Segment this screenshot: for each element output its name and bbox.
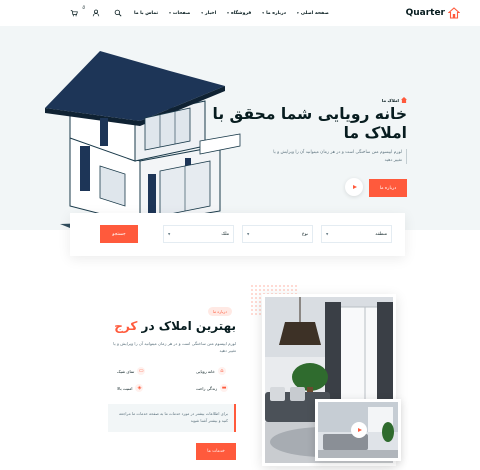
search-button[interactable]: جستجو — [100, 225, 138, 243]
type-select[interactable]: نوع ▼ — [242, 225, 313, 243]
about-quote: برای اطلاعات بیشتر در مورد خدمات ما به ص… — [108, 404, 236, 432]
nav-item-shop[interactable]: فروشگاه ▾ — [227, 11, 251, 16]
site-header: 0 صفحه اصلی ▾ درباره ما ▾ فروشگاه ▾ اخبار ▾ … — [0, 0, 480, 26]
feature-label: خانه رویایی — [196, 368, 215, 374]
feature-comfort: ▬ زندگی راحت — [196, 384, 229, 392]
chevron-down-icon: ▾ — [227, 11, 229, 15]
feature-stylish: ▭ تمای شیک — [117, 367, 146, 375]
chevron-down-icon: ▼ — [247, 232, 250, 236]
chevron-down-icon: ▾ — [262, 11, 265, 15]
chevron-down-icon: ▼ — [326, 232, 329, 236]
about-title-main: بهترین املاک در — [137, 319, 236, 333]
about-tag: درباره ما — [208, 307, 232, 316]
feature-label: زندگی راحت — [196, 385, 218, 391]
nav-item-news[interactable]: اخبار ▾ — [201, 11, 216, 16]
nav-item-about[interactable]: درباره ما ▾ — [262, 11, 286, 16]
property-select[interactable]: ملک ▼ — [163, 225, 234, 243]
home-icon — [401, 97, 407, 103]
cart-icon[interactable]: 0 — [68, 5, 85, 19]
about-title-highlight: کرج — [114, 319, 138, 333]
nav-item-home[interactable]: صفحه اصلی ▾ — [297, 11, 329, 16]
location-select[interactable]: منطقه ▼ — [321, 225, 392, 243]
nav-label: صفحات — [172, 10, 191, 16]
property-search-card: منطقه ▼ نوع ▼ ملک ▼ جستجو — [70, 213, 405, 256]
hero-about-button[interactable]: درباره ما — [369, 179, 407, 197]
feature-label: امنیت بالا — [117, 385, 133, 391]
nav-label: اخبار — [205, 10, 217, 16]
our-services-button[interactable]: خدمات ما — [196, 443, 236, 460]
cart-count-badge: 0 — [82, 5, 85, 10]
select-label: نوع — [302, 231, 308, 237]
site-logo[interactable]: Quarter — [406, 7, 460, 19]
feature-dream-home: ⌂ خانه رویایی — [196, 367, 226, 375]
about-title: بهترین املاک در کرج — [100, 319, 236, 333]
hero-section: املاک ما خانه رویایی شما محقق با املاک م… — [0, 26, 480, 241]
bed-icon: ▬ — [220, 384, 229, 392]
search-icon[interactable] — [112, 7, 124, 19]
hero-tag-label: املاک ما — [381, 97, 399, 103]
logo-text: Quarter — [405, 8, 445, 18]
sofa-icon: ▭ — [137, 367, 146, 375]
nav-label: صفحه اصلی — [300, 10, 329, 16]
feature-label: تمای شیک — [117, 368, 135, 374]
hero-tag: املاک ما — [382, 97, 407, 103]
chevron-down-icon: ▾ — [169, 11, 171, 15]
hero-description: لورم ایپسوم متن ساختگی است و در هر زمان … — [271, 149, 407, 164]
select-label: منطقه — [375, 231, 387, 237]
chevron-down-icon: ▾ — [297, 11, 299, 15]
play-icon — [357, 428, 362, 432]
house-icon: ⌂ — [217, 367, 226, 375]
video-thumbnail[interactable] — [315, 399, 401, 461]
nav-label: تماس با ما — [134, 10, 159, 16]
select-label: ملک — [221, 231, 229, 237]
play-icon — [352, 185, 357, 189]
hero-title: خانه رویایی شما محقق با املاک ما — [212, 105, 407, 142]
logo-house-icon — [448, 7, 460, 19]
chevron-down-icon: ▾ — [201, 11, 204, 15]
about-description: لورم ایپسوم متن ساختگی است و در هر زمان … — [113, 341, 236, 353]
nav-label: درباره ما — [266, 10, 287, 16]
nav-item-pages[interactable]: صفحات ▾ — [169, 11, 190, 16]
chevron-down-icon: ▼ — [168, 232, 171, 236]
feature-security: ◈ امنیت بالا — [117, 384, 144, 392]
main-nav: صفحه اصلی ▾ درباره ما ▾ فروشگاه ▾ اخبار ▾ صف… — [134, 11, 329, 16]
video-play-button[interactable] — [351, 422, 367, 438]
nav-label: فروشگاه — [230, 10, 252, 16]
user-icon[interactable] — [90, 7, 102, 19]
shield-icon: ◈ — [135, 384, 144, 392]
hero-play-button[interactable] — [345, 178, 363, 196]
nav-item-contact[interactable]: تماس با ما — [134, 11, 158, 16]
header-tools: 0 — [68, 5, 124, 19]
